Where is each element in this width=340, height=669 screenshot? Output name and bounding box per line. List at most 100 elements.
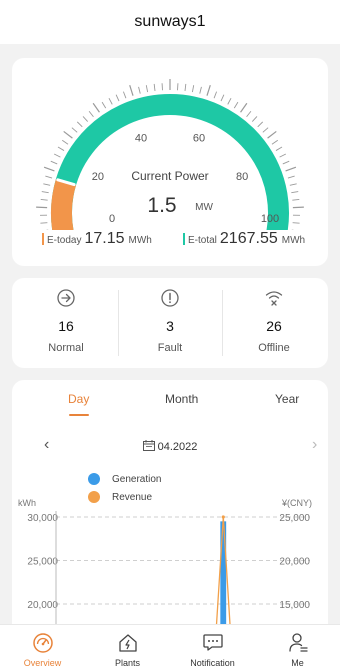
- e-total-marker: [183, 233, 185, 245]
- e-today: E-today 17.15 MWh: [42, 230, 152, 248]
- e-total-label: E-total: [188, 235, 217, 246]
- gauge-tick: [275, 146, 283, 151]
- fault-count: 3: [166, 318, 174, 334]
- page-title: sunways1: [134, 13, 206, 30]
- gauge-tick: [233, 101, 239, 109]
- tab-overview-label: Overview: [23, 658, 62, 668]
- status-fault[interactable]: 3 Fault: [118, 278, 222, 368]
- gauge-tick: [57, 146, 65, 151]
- gauge-tick: [191, 85, 195, 93]
- gauge-tick: [88, 110, 94, 118]
- gauge-icon: [33, 633, 53, 653]
- offline-count: 26: [266, 318, 282, 334]
- gauge-tick: [289, 183, 297, 186]
- power-gauge-card: 0 20 40 60 80 100 Current Power 1.5 MW E-today 1…: [12, 58, 328, 266]
- right-y-tick-label: 15,000: [279, 600, 310, 611]
- gauge-tick: [292, 222, 300, 224]
- current-power-label: Current Power: [131, 169, 208, 183]
- gauge-tick: [251, 116, 258, 122]
- gauge-tick: [287, 175, 295, 179]
- gauge-tick: [246, 110, 252, 118]
- tab-plants[interactable]: Plants: [85, 625, 170, 669]
- gauge-tick-label: 0: [109, 213, 115, 225]
- gauge-tick: [220, 94, 225, 102]
- e-today-label: E-today: [47, 235, 82, 246]
- exclamation-circle-icon: [161, 289, 179, 307]
- gauge-tick: [40, 222, 48, 224]
- plant-icon: [119, 634, 137, 652]
- gauge-tick: [240, 102, 248, 113]
- gauge-tick: [53, 153, 61, 158]
- tab-me-label: Me: [291, 658, 304, 668]
- gauge-tick: [138, 86, 141, 94]
- status-normal[interactable]: 16 Normal: [14, 278, 118, 368]
- gauge-tick: [63, 130, 73, 139]
- gauge-tick: [145, 85, 149, 93]
- normal-count: 16: [58, 318, 74, 334]
- offline-label: Offline: [258, 342, 290, 354]
- normal-label: Normal: [48, 342, 84, 354]
- gauge-tick: [213, 91, 218, 99]
- gauge-tick: [43, 183, 51, 186]
- message-icon: [203, 634, 223, 651]
- revenue-line: [64, 516, 232, 640]
- gauge-tick: [282, 160, 290, 165]
- e-total-value: 2167.55: [219, 230, 278, 247]
- gauge-tick: [108, 98, 113, 105]
- tab-overview[interactable]: Overview: [0, 625, 85, 669]
- wifi-off-icon: [265, 291, 283, 306]
- gauge-tick: [43, 166, 55, 172]
- gauge-tick: [40, 198, 48, 201]
- left-y-tick-label: 20,000: [27, 600, 58, 611]
- gauge-tick: [206, 85, 211, 96]
- gauge-tick-label: 40: [135, 132, 147, 144]
- gauge-tick: [50, 160, 58, 165]
- right-y-tick-label: 25,000: [279, 513, 310, 524]
- gauge-tick: [199, 86, 202, 94]
- gauge-tick: [285, 166, 297, 172]
- e-total-unit: MWh: [281, 235, 306, 246]
- gauge-tick: [267, 130, 277, 139]
- app-header: sunways1: [0, 0, 340, 44]
- gauge-tick: [101, 101, 107, 109]
- gauge-tick: [61, 139, 69, 145]
- generation-chart-card: Day Month Year ‹ 04.2022 › Generation Re…: [12, 380, 328, 640]
- arrow-right-circle-icon: [57, 289, 75, 307]
- gauge-tick: [262, 127, 269, 133]
- gauge-tick-label: 100: [261, 213, 279, 225]
- gauge-tick: [279, 153, 287, 158]
- gauge-tick-label: 80: [236, 171, 248, 183]
- right-y-tick-label: 20,000: [279, 557, 310, 568]
- left-y-tick-label: 25,000: [27, 557, 58, 568]
- tab-notification-label: Notification: [190, 658, 235, 668]
- e-total: E-total 2167.55 MWh: [183, 230, 305, 248]
- gauge-tick: [291, 191, 299, 194]
- gauge-tick: [227, 98, 232, 105]
- gauge-tick: [122, 91, 127, 99]
- gauge-fill: [51, 179, 77, 230]
- tab-notification[interactable]: Notification: [170, 625, 255, 669]
- gauge-tick-label: 60: [193, 132, 205, 144]
- left-y-tick-label: 30,000: [27, 513, 58, 524]
- e-today-marker: [42, 233, 44, 245]
- gauge-tick: [45, 175, 53, 179]
- tab-me[interactable]: Me: [255, 625, 340, 669]
- generation-chart: 30,000 25,000 20,000 25,000 20,000 15,000: [27, 511, 310, 640]
- gauge-tick: [184, 83, 187, 91]
- gauge-tick: [257, 121, 264, 128]
- tab-plants-label: Plants: [114, 658, 140, 668]
- fault-label: Fault: [157, 342, 183, 354]
- gauge-tick-label: 20: [92, 171, 104, 183]
- gauge-tick: [92, 102, 100, 113]
- gauge-tick: [129, 85, 134, 96]
- bottom-tab-bar: Overview Plants Notification Me: [0, 624, 340, 669]
- gauge-tick: [271, 139, 279, 145]
- gauge-tick: [82, 116, 89, 122]
- user-icon: [289, 633, 308, 652]
- gauge-tick: [71, 127, 78, 133]
- energy-totals: E-today 17.15 MWh E-total 2167.55 MWh: [12, 230, 328, 256]
- device-status-card: 16 Normal 3 Fault 26 Offline: [12, 278, 328, 368]
- power-gauge: 0 20 40 60 80 100 Current Power 1.5 MW: [36, 79, 304, 230]
- gauge-tick: [115, 94, 120, 102]
- status-offline[interactable]: 26 Offline: [222, 278, 326, 368]
